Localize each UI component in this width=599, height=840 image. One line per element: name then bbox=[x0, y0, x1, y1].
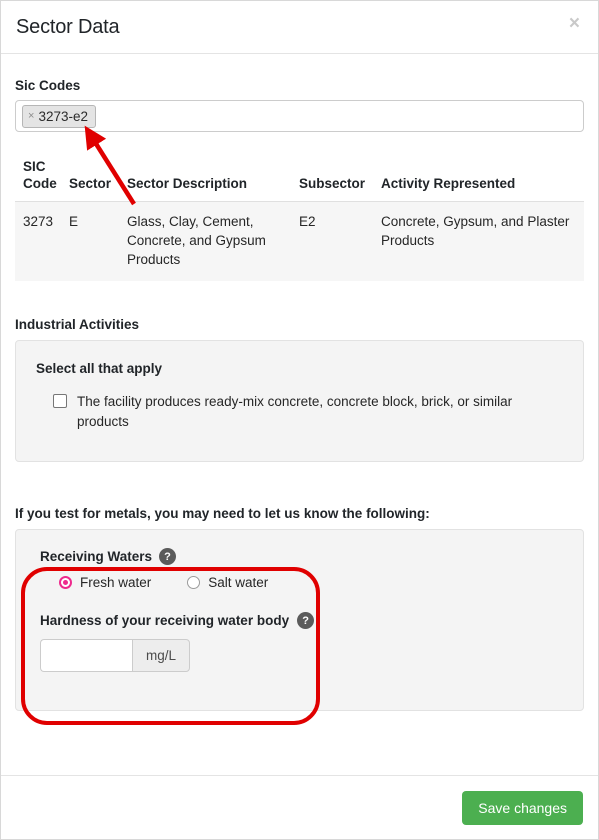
sic-table-head: SIC Code Sector Sector Description Subse… bbox=[15, 158, 584, 202]
activity-option-row[interactable]: The facility produces ready-mix concrete… bbox=[34, 392, 565, 432]
receiving-waters-radio-group: Fresh water Salt water bbox=[40, 575, 563, 590]
question-mark-icon[interactable]: ? bbox=[297, 612, 315, 629]
metals-panel: Receiving Waters ? Fresh water Salt wate… bbox=[15, 529, 584, 711]
hardness-input-group: mg/L bbox=[40, 639, 190, 672]
radio-option-salt-water[interactable]: Salt water bbox=[187, 575, 268, 590]
checkbox-label: The facility produces ready-mix concrete… bbox=[77, 394, 513, 429]
radio-fresh-water[interactable] bbox=[59, 576, 72, 589]
save-changes-button[interactable]: Save changes bbox=[462, 790, 583, 825]
cell-sic-code: 3273 bbox=[15, 201, 69, 281]
hardness-text: Hardness of your receiving water body bbox=[40, 613, 290, 628]
receiving-waters-block: Receiving Waters ? Fresh water Salt wate… bbox=[34, 542, 565, 676]
industrial-activities-panel: Select all that apply The facility produ… bbox=[15, 340, 584, 462]
modal-body: Sic Codes × 3273-e2 SIC Code Sector Sect… bbox=[1, 54, 598, 775]
radio-option-fresh-water[interactable]: Fresh water bbox=[59, 575, 151, 590]
col-header-sector-description: Sector Description bbox=[127, 158, 299, 202]
col-header-subsector: Subsector bbox=[299, 158, 381, 202]
cell-sector: E bbox=[69, 201, 127, 281]
table-header-row: SIC Code Sector Sector Description Subse… bbox=[15, 158, 584, 202]
sector-data-modal: Sector Data × Sic Codes × 3273-e2 SIC Co… bbox=[0, 0, 599, 840]
col-header-activity-represented: Activity Represented bbox=[381, 158, 584, 202]
radio-salt-water[interactable] bbox=[187, 576, 201, 589]
page-title: Sector Data bbox=[16, 15, 120, 38]
industrial-activities-heading: Industrial Activities bbox=[15, 317, 140, 332]
select-all-that-apply-label: Select all that apply bbox=[36, 361, 163, 376]
radio-label-salt-water: Salt water bbox=[208, 575, 269, 590]
sic-codes-input[interactable]: × 3273-e2 bbox=[15, 100, 584, 132]
receiving-waters-text: Receiving Waters bbox=[40, 549, 153, 564]
sic-codes-label: Sic Codes bbox=[15, 78, 81, 93]
cell-activity: Concrete, Gypsum, and Plaster Products bbox=[381, 201, 584, 281]
col-header-sector: Sector bbox=[69, 158, 127, 202]
hardness-label: Hardness of your receiving water body ? bbox=[40, 612, 563, 629]
token-label: 3273-e2 bbox=[38, 108, 88, 124]
cell-description: Glass, Clay, Cement, Concrete, and Gypsu… bbox=[127, 201, 299, 281]
sic-table: SIC Code Sector Sector Description Subse… bbox=[15, 158, 584, 281]
col-header-sic-code: SIC Code bbox=[15, 158, 69, 202]
table-row: 3273 E Glass, Clay, Cement, Concrete, an… bbox=[15, 201, 584, 281]
checkbox-ready-mix-concrete[interactable] bbox=[53, 394, 67, 408]
hardness-unit-addon: mg/L bbox=[132, 639, 190, 672]
modal-header: Sector Data × bbox=[1, 1, 598, 54]
sic-code-token[interactable]: × 3273-e2 bbox=[22, 104, 96, 128]
modal-footer: Save changes bbox=[1, 775, 598, 839]
radio-label-fresh-water: Fresh water bbox=[80, 575, 152, 590]
question-mark-icon[interactable]: ? bbox=[159, 548, 177, 565]
token-remove-icon[interactable]: × bbox=[28, 108, 34, 125]
receiving-waters-label: Receiving Waters ? bbox=[40, 548, 563, 565]
close-icon[interactable]: × bbox=[565, 12, 584, 35]
metals-heading: If you test for metals, you may need to … bbox=[15, 506, 430, 521]
cell-subsector: E2 bbox=[299, 201, 381, 281]
hardness-input[interactable] bbox=[40, 639, 132, 672]
sic-table-body: 3273 E Glass, Clay, Cement, Concrete, an… bbox=[15, 201, 584, 281]
